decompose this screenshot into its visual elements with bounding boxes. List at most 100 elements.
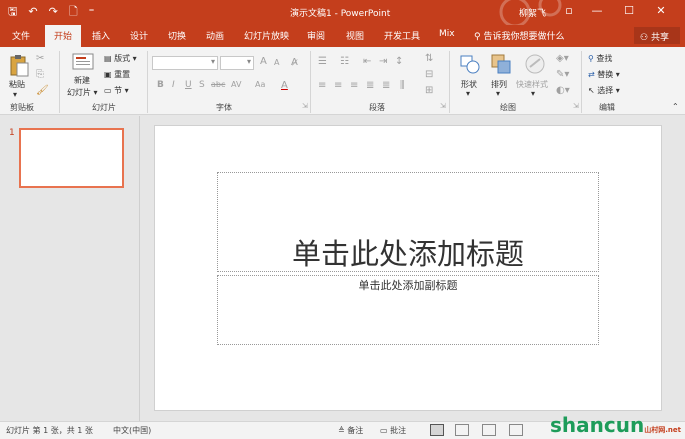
tab-view[interactable]: 视图: [346, 29, 364, 42]
close-button[interactable]: ✕: [645, 2, 677, 20]
font-color-button[interactable]: A: [281, 80, 288, 91]
italic-button[interactable]: I: [172, 80, 175, 90]
normal-view-button[interactable]: [430, 424, 444, 436]
align-text-icon[interactable]: ⊟: [425, 69, 433, 80]
subtitle-placeholder[interactable]: 单击此处添加副标题: [217, 275, 599, 345]
find-button[interactable]: ⚲ 查找: [588, 53, 612, 64]
watermark-logo: shancun山村网.net: [550, 413, 681, 437]
title-placeholder[interactable]: 单击此处添加标题: [217, 172, 599, 272]
share-button[interactable]: ⚇ 共享: [634, 27, 680, 44]
reset-button[interactable]: ▣ 重置: [104, 69, 130, 80]
font-name-field[interactable]: ▾: [152, 56, 218, 70]
align-left-icon[interactable]: ≡: [318, 80, 326, 91]
ribbon-display-icon[interactable]: ▫: [557, 2, 581, 20]
redo-icon[interactable]: ↷: [49, 4, 58, 20]
paste-dropdown-icon[interactable]: ▾: [13, 90, 17, 99]
minimize-button[interactable]: —: [581, 2, 613, 20]
dialog-launcher-icon[interactable]: ⇲: [573, 102, 579, 110]
tab-slideshow[interactable]: 幻灯片放映: [244, 29, 289, 42]
bullets-icon[interactable]: ☰: [318, 56, 327, 67]
new-file-icon[interactable]: 🗋: [69, 4, 78, 20]
smartart-icon[interactable]: ⊞: [425, 85, 433, 96]
shape-fill-icon[interactable]: ◈▾: [556, 53, 569, 64]
columns-icon[interactable]: ⫼: [400, 80, 405, 91]
tell-me-box[interactable]: ⚲ 告诉我你想要做什么: [474, 29, 564, 42]
dialog-launcher-icon[interactable]: ⇲: [302, 102, 308, 110]
customize-qat-icon[interactable]: ⁼: [89, 4, 95, 20]
slide-thumbnail[interactable]: [19, 128, 124, 188]
shape-outline-icon[interactable]: ✎▾: [556, 69, 569, 80]
person-icon: ⚇: [640, 33, 651, 43]
slide-canvas[interactable]: 单击此处添加标题 单击此处添加副标题: [154, 125, 662, 411]
new-slide-label-1[interactable]: 新建: [74, 75, 90, 86]
quick-styles-icon[interactable]: [524, 53, 546, 75]
font-size-field[interactable]: ▾: [220, 56, 254, 70]
paste-label[interactable]: 粘贴: [9, 79, 25, 90]
user-name[interactable]: 柳絮飞: [519, 6, 546, 19]
tab-transitions[interactable]: 切换: [168, 29, 186, 42]
justify-icon[interactable]: ≣: [366, 80, 374, 91]
strikethrough-button[interactable]: abc: [211, 80, 225, 89]
tab-file[interactable]: 文件: [12, 29, 30, 42]
layout-button[interactable]: ▤ 版式 ▾: [104, 53, 137, 64]
slide-number: 1: [9, 128, 15, 138]
pane-divider[interactable]: [139, 116, 140, 421]
section-button[interactable]: ▭ 节 ▾: [104, 85, 129, 96]
shape-effects-icon[interactable]: ◐▾: [556, 85, 570, 96]
change-case-button[interactable]: Aa: [255, 80, 265, 89]
line-spacing-icon[interactable]: ↕: [395, 56, 403, 67]
tab-mix[interactable]: Mix: [439, 29, 455, 39]
new-slide-icon[interactable]: [72, 53, 94, 71]
cut-icon[interactable]: ✂: [36, 53, 44, 64]
tab-animations[interactable]: 动画: [206, 29, 224, 42]
char-spacing-button[interactable]: AV: [231, 80, 241, 89]
bold-button[interactable]: B: [157, 80, 164, 90]
slide-thumbnail-pane: 1: [0, 116, 140, 421]
arrange-icon[interactable]: [490, 53, 512, 75]
shrink-font-icon[interactable]: A: [274, 58, 279, 67]
collapse-ribbon-icon[interactable]: ⌃: [672, 102, 679, 111]
clear-format-icon[interactable]: A̷: [291, 57, 298, 68]
tab-review[interactable]: 审阅: [307, 29, 325, 42]
language-indicator[interactable]: 中文(中国): [113, 425, 151, 436]
grow-font-icon[interactable]: A: [260, 56, 267, 67]
tab-insert[interactable]: 插入: [92, 29, 110, 42]
shapes-icon[interactable]: [459, 53, 481, 75]
underline-button[interactable]: U: [185, 80, 192, 90]
maximize-button[interactable]: ☐: [613, 2, 645, 20]
notes-button[interactable]: ≜ 备注: [338, 425, 363, 436]
tab-home[interactable]: 开始: [45, 25, 82, 47]
comment-icon: ▭: [380, 426, 391, 435]
distributed-icon[interactable]: ≣: [382, 80, 390, 91]
quick-styles-dropdown-icon[interactable]: ▾: [531, 89, 535, 98]
numbering-icon[interactable]: ☷: [340, 56, 349, 67]
tab-developer[interactable]: 开发工具: [384, 29, 420, 42]
replace-button[interactable]: ⇄ 替换 ▾: [588, 69, 620, 80]
select-button[interactable]: ↖ 选择 ▾: [588, 85, 620, 96]
align-center-icon[interactable]: ≡: [334, 80, 342, 91]
shadow-button[interactable]: S: [199, 80, 205, 90]
paste-icon[interactable]: [9, 53, 29, 77]
quick-access-toolbar: 🖫 ↶ ↷ 🗋 ⁼: [8, 4, 94, 20]
section-icon: ▭: [104, 86, 115, 95]
arrange-dropdown-icon[interactable]: ▾: [496, 89, 500, 98]
tab-design[interactable]: 设计: [130, 29, 148, 42]
reading-view-button[interactable]: [482, 424, 496, 436]
save-icon[interactable]: 🖫: [8, 4, 17, 20]
drawing-group-label: 绘图: [500, 103, 516, 112]
new-slide-label-2[interactable]: 幻灯片 ▾: [67, 87, 98, 98]
undo-icon[interactable]: ↶: [28, 4, 37, 20]
dialog-launcher-icon[interactable]: ⇲: [440, 102, 446, 110]
decrease-indent-icon[interactable]: ⇤: [363, 56, 371, 67]
copy-icon[interactable]: ⎘: [36, 69, 44, 80]
format-painter-icon[interactable]: 🖌: [36, 85, 49, 96]
slideshow-view-button[interactable]: [509, 424, 523, 436]
paragraph-group-label: 段落: [369, 103, 385, 112]
text-direction-icon[interactable]: ⇅: [425, 53, 433, 64]
align-right-icon[interactable]: ≡: [350, 80, 358, 91]
slide-sorter-view-button[interactable]: [455, 424, 469, 436]
shapes-dropdown-icon[interactable]: ▾: [466, 89, 470, 98]
clipboard-group-label: 剪贴板: [10, 103, 34, 112]
increase-indent-icon[interactable]: ⇥: [379, 56, 387, 67]
comments-button[interactable]: ▭ 批注: [380, 425, 406, 436]
